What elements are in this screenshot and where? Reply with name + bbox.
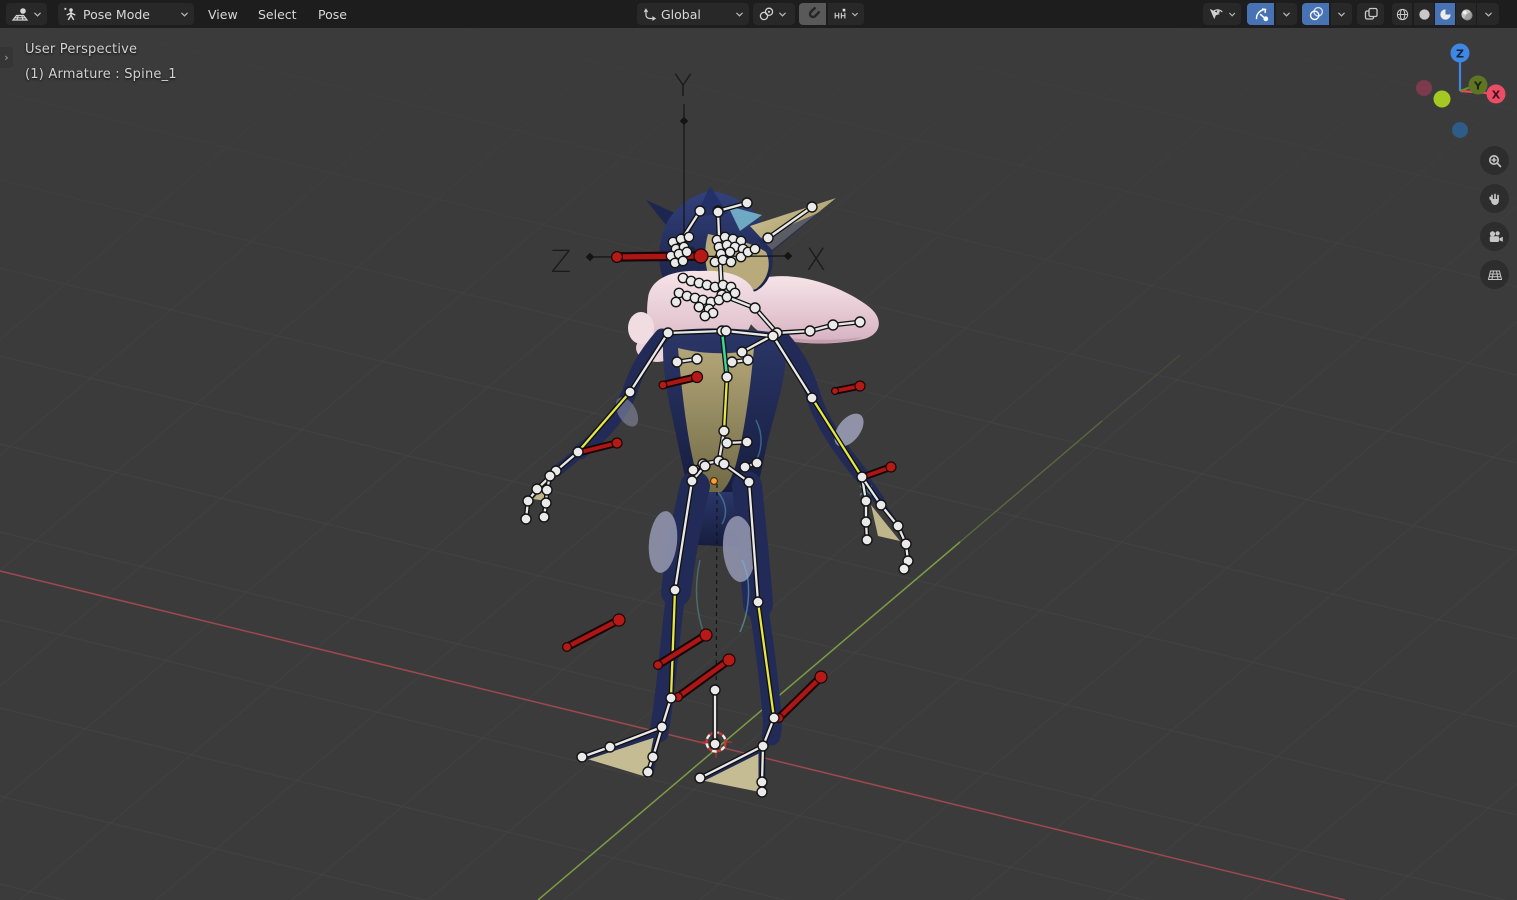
orientation-label: Global xyxy=(661,7,701,22)
overlays-settings[interactable] xyxy=(1331,3,1352,25)
gizmo-label-z: Z xyxy=(1456,48,1464,61)
gizmo-label-y: Y xyxy=(1473,80,1483,93)
viewport-info-active-object: (1) Armature : Spine_1 xyxy=(25,67,177,82)
blender-window: Y Z X Z Y X User Perspe xyxy=(0,0,1517,900)
chevron-down-icon xyxy=(851,10,859,19)
gizmo-axis-neg-z[interactable] xyxy=(1452,122,1468,138)
shading-rendered-button[interactable] xyxy=(1456,3,1476,25)
chevron-down-icon xyxy=(1484,10,1493,19)
zoom-button[interactable] xyxy=(1480,146,1509,175)
transform-orientation-selector[interactable]: Global xyxy=(637,3,749,25)
shading-settings[interactable] xyxy=(1477,3,1499,25)
menu-select[interactable]: Select xyxy=(252,3,303,25)
scene-axis-label-x: X xyxy=(806,243,827,278)
transform-orientation-icon xyxy=(642,7,657,22)
pan-button[interactable] xyxy=(1480,184,1509,213)
chevron-down-icon xyxy=(33,10,42,19)
rendered-shading-icon xyxy=(1459,7,1474,22)
pose-mode-icon xyxy=(63,6,79,22)
gizmo-toggle[interactable] xyxy=(1247,3,1274,25)
menu-pose[interactable]: Pose xyxy=(312,3,353,25)
snap-toggle[interactable] xyxy=(799,3,826,25)
gizmo-settings[interactable] xyxy=(1276,3,1297,25)
pivot-point-icon xyxy=(758,6,774,22)
hand-icon xyxy=(1487,191,1503,207)
toolbar-expand-arrow[interactable]: › xyxy=(0,47,13,68)
chevron-down-icon xyxy=(1228,10,1236,19)
viewport-header: Pose Mode View Select Pose Global xyxy=(0,0,1517,28)
wireframe-shading-icon xyxy=(1395,7,1410,22)
mode-label: Pose Mode xyxy=(83,7,150,22)
scene-axis-label-z: Z xyxy=(551,245,572,280)
projection-toggle-button[interactable] xyxy=(1480,260,1509,289)
chevron-down-icon xyxy=(1282,10,1291,19)
editor-type-3d-viewport-icon xyxy=(11,6,29,23)
grid-icon xyxy=(1487,267,1503,283)
shading-wireframe-button[interactable] xyxy=(1392,3,1412,25)
scene-axis-label-y: Y xyxy=(674,69,692,104)
chevron-down-icon xyxy=(735,10,744,19)
chevron-down-icon xyxy=(1337,10,1346,19)
xray-icon xyxy=(1363,6,1379,22)
mode-selector[interactable]: Pose Mode xyxy=(58,3,194,25)
selectability-visibility-icon xyxy=(1208,6,1224,22)
editor-type-button[interactable] xyxy=(6,3,47,25)
pivot-point-selector[interactable] xyxy=(753,3,795,25)
camera-view-button[interactable] xyxy=(1480,222,1509,251)
magnet-icon xyxy=(805,6,821,22)
shading-solid-button[interactable] xyxy=(1414,3,1434,25)
snap-increment-icon xyxy=(833,7,847,22)
xray-toggle[interactable] xyxy=(1357,3,1384,25)
zoom-icon xyxy=(1487,153,1503,169)
material-preview-shading-icon xyxy=(1438,7,1453,22)
gizmo-label-x: X xyxy=(1492,89,1501,102)
viewport-info-perspective: User Perspective xyxy=(25,42,137,57)
viewport-canvas[interactable]: Y Z X Z Y X xyxy=(0,0,1517,900)
chevron-down-icon xyxy=(180,10,189,19)
overlays-icon xyxy=(1308,6,1324,22)
chevron-down-icon xyxy=(778,10,787,19)
overlays-toggle[interactable] xyxy=(1302,3,1329,25)
visibility-selector[interactable] xyxy=(1203,3,1241,25)
camera-icon xyxy=(1487,229,1503,245)
gizmo-axis-neg-y[interactable] xyxy=(1434,91,1451,108)
gizmos-icon xyxy=(1253,6,1269,22)
solid-shading-icon xyxy=(1417,7,1432,22)
snap-settings[interactable] xyxy=(828,3,864,25)
shading-material-preview-button[interactable] xyxy=(1435,3,1455,25)
gizmo-axis-neg-x[interactable] xyxy=(1416,80,1432,96)
menu-view[interactable]: View xyxy=(202,3,244,25)
